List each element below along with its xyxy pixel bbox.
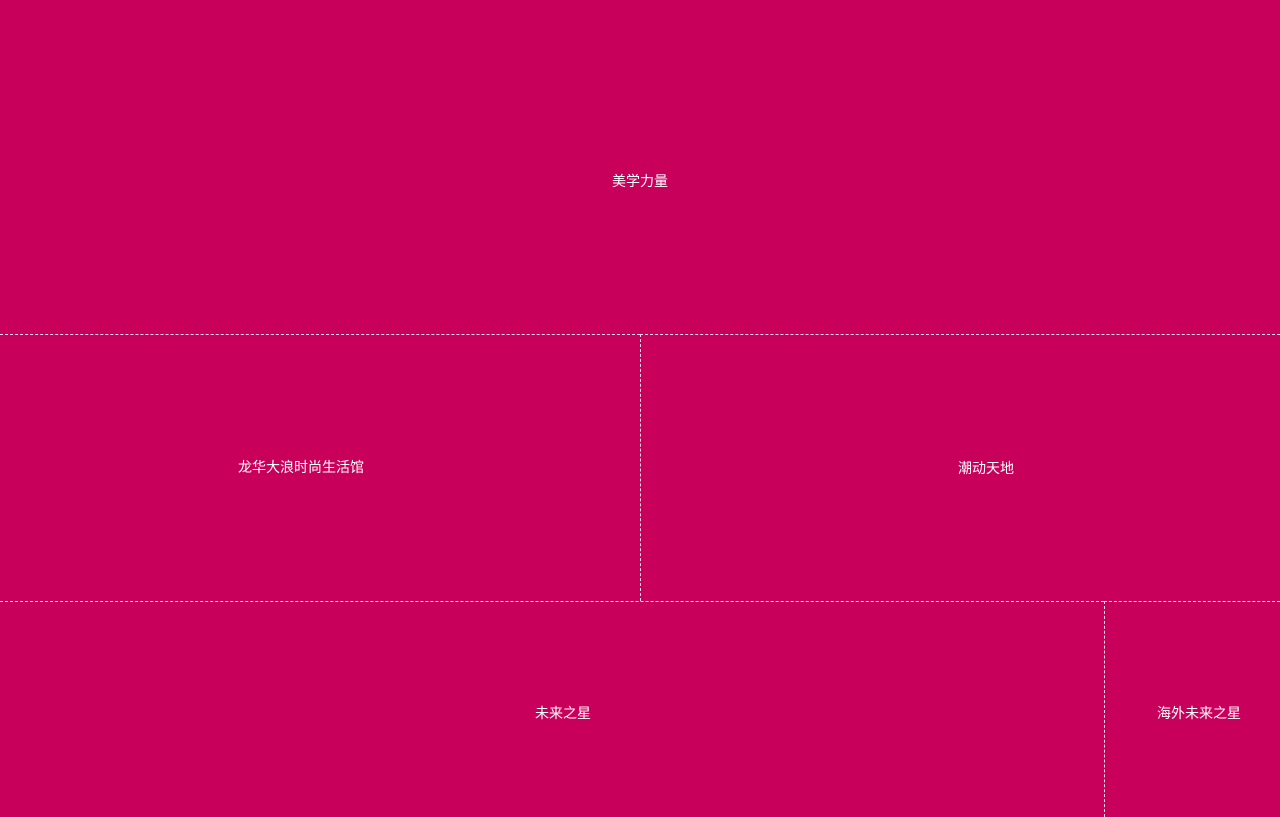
tile-label: 美学力量 (612, 174, 668, 190)
tile-overseas-future-star[interactable]: 海外未来之星 (1104, 601, 1280, 817)
tile-label: 海外未来之星 (1157, 706, 1241, 722)
tile-aesthetic-power[interactable]: 美学力量 (0, 0, 1280, 334)
tile-label: 未来之星 (535, 706, 591, 722)
tile-label: 潮动天地 (958, 461, 1014, 477)
tile-longhua-dalang-fashion-hall[interactable]: 龙华大浪时尚生活馆 (0, 334, 640, 601)
tile-label: 龙华大浪时尚生活馆 (238, 460, 364, 476)
tile-trend-world[interactable]: 潮动天地 (640, 334, 1280, 601)
tile-future-star[interactable]: 未来之星 (0, 601, 1104, 817)
